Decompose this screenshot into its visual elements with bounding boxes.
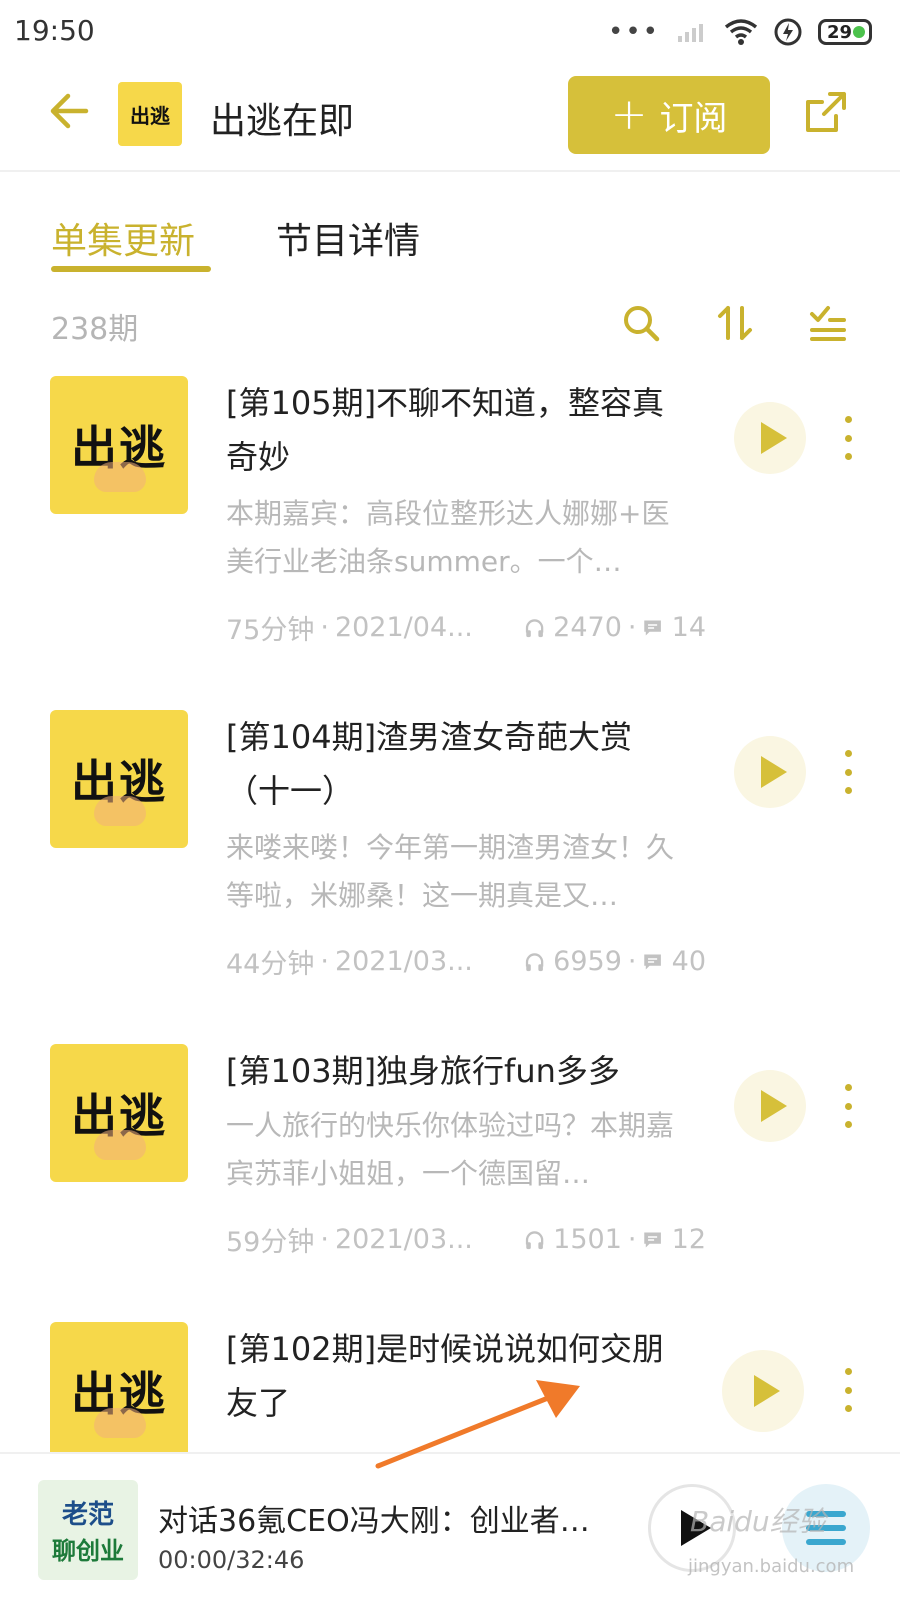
charging-icon xyxy=(774,18,802,46)
episode-cover: 出逃 xyxy=(50,376,188,514)
list-item[interactable]: 出逃 [第105期]不聊不知道，整容真奇妙 本期嘉宾：高段位整形达人娜娜+医美行… xyxy=(0,376,900,676)
wifi-icon xyxy=(724,19,758,45)
episode-description: 本期嘉宾：高段位整形达人娜娜+医美行业老油条summer。一个… xyxy=(226,497,670,578)
share-button[interactable] xyxy=(802,88,850,136)
comment-icon xyxy=(644,1231,662,1248)
episode-more-button[interactable] xyxy=(838,750,858,794)
episode-plays: 1501 xyxy=(553,1224,622,1255)
episode-title: [第105期]不聊不知道，整容真奇妙 xyxy=(226,384,665,476)
episode-title: [第103期]独身旅行fun多多 xyxy=(226,1052,620,1090)
episode-meta: 44分钟 · 2021/03... 6959 · 40 xyxy=(226,942,706,981)
play-icon xyxy=(761,422,787,454)
comment-icon xyxy=(644,953,662,970)
player-time: 00:00/32:46 xyxy=(158,1546,305,1574)
episode-description: 一人旅行的快乐你体验过吗？本期嘉宾苏菲小姐姐，一个德国留… xyxy=(226,1109,675,1190)
search-icon[interactable] xyxy=(620,302,662,344)
list-toolbar: 238期 xyxy=(0,292,900,352)
headphones-icon xyxy=(525,952,544,971)
battery-level: 29 xyxy=(827,21,853,43)
episode-duration: 44分钟 xyxy=(226,949,315,980)
play-icon xyxy=(754,1375,780,1407)
podcast-logo: 出逃 xyxy=(118,82,182,146)
arrow-left-icon xyxy=(50,93,89,129)
subscribe-label: 订阅 xyxy=(659,98,728,139)
episode-title: [第102期]是时候说说如何交朋友了 xyxy=(226,1330,665,1422)
play-icon xyxy=(761,1090,787,1122)
episode-date: 2021/03... xyxy=(334,1224,473,1255)
episode-play-button[interactable] xyxy=(734,1070,806,1142)
sort-icon[interactable] xyxy=(714,302,756,344)
episode-meta: 75分钟 · 2021/04... 2470 · 14 xyxy=(226,608,706,647)
tab-details[interactable]: 节目详情 xyxy=(276,212,420,264)
episode-more-button[interactable] xyxy=(838,1084,858,1128)
episode-cover: 出逃 xyxy=(50,1322,188,1452)
status-time: 19:50 xyxy=(14,14,95,47)
episode-duration: 59分钟 xyxy=(226,1227,315,1258)
player-cover-line2: 聊创业 xyxy=(52,1537,124,1565)
player-cover: 老范 聊创业 xyxy=(38,1480,138,1580)
play-icon xyxy=(761,756,787,788)
episode-count: 238期 xyxy=(51,312,139,347)
episode-more-button[interactable] xyxy=(838,416,858,460)
signal-icon xyxy=(678,24,703,42)
episode-meta: 59分钟 · 2021/03... 1501 · 12 xyxy=(226,1220,706,1259)
list-item[interactable]: 出逃 [第103期]独身旅行fun多多 一人旅行的快乐你体验过吗？本期嘉宾苏菲小… xyxy=(0,1044,900,1284)
episode-date: 2021/03... xyxy=(334,946,473,977)
episode-duration: 75分钟 xyxy=(226,615,315,646)
podcast-title: 出逃在即 xyxy=(210,101,355,142)
episode-date: 2021/04... xyxy=(334,612,473,643)
episode-title: [第104期]渣男渣女奇葩大赏（十一） xyxy=(226,718,633,810)
player-cover-line1: 老范 xyxy=(61,1500,114,1530)
episode-play-button[interactable] xyxy=(722,1350,804,1432)
headphones-icon xyxy=(525,1230,544,1249)
more-dots-icon: ••• xyxy=(607,17,660,47)
status-icons: ••• 29 xyxy=(608,14,872,50)
subscribe-button[interactable]: + 订阅 xyxy=(568,76,770,154)
comment-icon xyxy=(644,619,662,636)
watermark-url: jingyan.baidu.com xyxy=(688,1556,855,1577)
plus-icon: + xyxy=(610,89,648,140)
podcast-logo-text: 出逃 xyxy=(130,103,170,128)
player-title: 对话36氪CEO冯大刚：创业者… xyxy=(158,1504,590,1539)
episode-cover: 出逃 xyxy=(50,1044,188,1182)
share-icon xyxy=(806,92,846,132)
filter-list-icon[interactable] xyxy=(806,302,848,344)
list-item[interactable]: 出逃 [第102期]是时候说说如何交朋友了 xyxy=(0,1322,900,1452)
episode-more-button[interactable] xyxy=(838,1368,858,1412)
episode-cover: 出逃 xyxy=(50,710,188,848)
watermark: Baidu经验 xyxy=(690,1505,826,1538)
status-bar: 19:50 ••• 29 xyxy=(0,0,900,64)
episode-play-button[interactable] xyxy=(734,402,806,474)
tab-bar: 单集更新 节目详情 xyxy=(0,200,900,280)
episode-comments: 40 xyxy=(671,946,706,977)
episode-plays: 2470 xyxy=(553,612,622,643)
back-button[interactable] xyxy=(46,88,92,134)
episode-play-button[interactable] xyxy=(734,736,806,808)
episode-comments: 14 xyxy=(671,612,706,643)
episode-plays: 6959 xyxy=(553,946,622,977)
battery-icon: 29 xyxy=(818,19,872,45)
list-item[interactable]: 出逃 [第104期]渣男渣女奇葩大赏（十一） 来喽来喽！今年第一期渣男渣女！久等… xyxy=(0,710,900,1010)
headphones-icon xyxy=(525,618,544,637)
tab-active-indicator xyxy=(51,266,211,272)
header: 出逃 出逃在即 + 订阅 xyxy=(0,64,900,172)
tab-episodes[interactable]: 单集更新 xyxy=(51,212,195,264)
episode-comments: 12 xyxy=(671,1224,706,1255)
episode-description: 来喽来喽！今年第一期渣男渣女！久等啦，米娜桑！这一期真是又… xyxy=(226,831,675,912)
